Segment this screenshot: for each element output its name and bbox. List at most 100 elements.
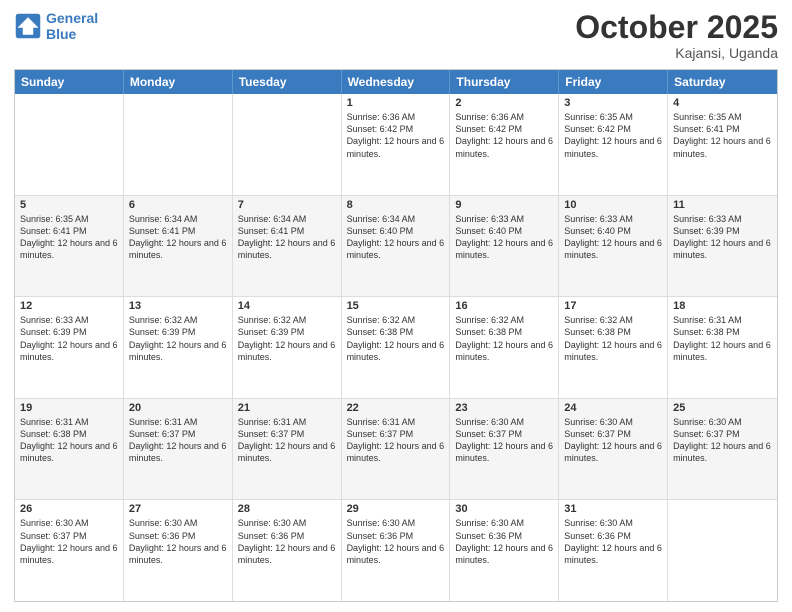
sunrise-22: Sunrise: 6:31 AM	[347, 417, 416, 427]
logo: General Blue	[14, 10, 98, 42]
sunset-29: Sunset: 6:36 PM	[347, 531, 414, 541]
sunrise-25: Sunrise: 6:30 AM	[673, 417, 742, 427]
day-cell-15: 15Sunrise: 6:32 AMSunset: 6:38 PMDayligh…	[342, 297, 451, 398]
sunrise-2: Sunrise: 6:36 AM	[455, 112, 524, 122]
day-info-14: Sunrise: 6:32 AMSunset: 6:39 PMDaylight:…	[238, 314, 336, 363]
sunrise-18: Sunrise: 6:31 AM	[673, 315, 742, 325]
day-cell-19: 19 Sunrise: 6:31 AMSunset: 6:38 PMDayligh…	[15, 399, 124, 500]
day-cell-3: 3Sunrise: 6:35 AMSunset: 6:42 PMDaylight…	[559, 94, 668, 195]
day-number-11: 11	[673, 199, 772, 211]
sunset-24: Sunset: 6:37 PM	[564, 429, 631, 439]
day-number-1: 1	[347, 97, 445, 109]
day-info-27: Sunrise: 6:30 AMSunset: 6:36 PMDaylight:…	[129, 517, 227, 566]
week-row-5: 26Sunrise: 6:30 AMSunset: 6:37 PMDayligh…	[15, 499, 777, 601]
day-number-7: 7	[238, 199, 336, 211]
header-monday: Monday	[124, 70, 233, 94]
sunrise-28: Sunrise: 6:30 AM	[238, 518, 307, 528]
daylight-28: Daylight: 12 hours and 6 minutes.	[238, 543, 336, 565]
sunset-31: Sunset: 6:36 PM	[564, 531, 631, 541]
day-number-13: 13	[129, 300, 227, 312]
sunset-4: Sunset: 6:41 PM	[673, 124, 740, 134]
day-cell-4: 4 Sunrise: 6:35 AM Sunset: 6:41 PM Daylight…	[668, 94, 777, 195]
sunset-17: Sunset: 6:38 PM	[564, 327, 631, 337]
day-number-23: 23	[455, 402, 553, 414]
calendar: Sunday Monday Tuesday Wednesday Thursday…	[14, 69, 778, 602]
daylight-26: Daylight: 12 hours and 6 minutes.	[20, 543, 118, 565]
day-info-29: Sunrise: 6:30 AM Sunset: 6:36 PM Daylight:…	[347, 517, 445, 566]
day-cell-1: 1 Sunrise: 6:36 AMSunset: 6:42 PMDaylight…	[342, 94, 451, 195]
day-cell-25: 25Sunrise: 6:30 AMSunset: 6:37 PMDayligh…	[668, 399, 777, 500]
day-info-13: Sunrise: 6:32 AMSunset: 6:39 PMDaylight:…	[129, 314, 227, 363]
daylight-16: Daylight: 12 hours and 6 minutes.	[455, 340, 553, 362]
day-info-12: Sunrise: 6:33 AMSunset: 6:39 PMDaylight:…	[20, 314, 118, 363]
day-number-25: 25	[673, 402, 772, 414]
sunrise-23: Sunrise: 6:30 AM	[455, 417, 524, 427]
daylight-14: Daylight: 12 hours and 6 minutes.	[238, 340, 336, 362]
sunrise-12: Sunrise: 6:33 AM	[20, 315, 89, 325]
sunrise-4: Sunrise: 6:35 AM	[673, 112, 742, 122]
day-info-1: Sunrise: 6:36 AMSunset: 6:42 PMDaylight:…	[347, 111, 445, 160]
day-cell-8: 8 Sunrise: 6:34 AMSunset: 6:40 PMDaylight…	[342, 196, 451, 297]
location: Kajansi, Uganda	[575, 45, 778, 61]
empty-cell	[15, 94, 124, 195]
page: General Blue October 2025 Kajansi, Ugand…	[0, 0, 792, 612]
day-info-24: Sunrise: 6:30 AMSunset: 6:37 PMDaylight:…	[564, 416, 662, 465]
header: General Blue October 2025 Kajansi, Ugand…	[14, 10, 778, 61]
daylight-24: Daylight: 12 hours and 6 minutes.	[564, 441, 662, 463]
day-cell-24: 24Sunrise: 6:30 AMSunset: 6:37 PMDayligh…	[559, 399, 668, 500]
sunset-18: Sunset: 6:38 PM	[673, 327, 740, 337]
sunrise-6: Sunrise: 6:34 AM	[129, 214, 198, 224]
daylight-9: Daylight: 12 hours and 6 minutes.	[455, 238, 553, 260]
day-number-5: 5	[20, 199, 118, 211]
daylight-27: Daylight: 12 hours and 6 minutes.	[129, 543, 227, 565]
day-cell-31: 31Sunrise: 6:30 AMSunset: 6:36 PMDayligh…	[559, 500, 668, 601]
day-cell-16: 16Sunrise: 6:32 AMSunset: 6:38 PMDayligh…	[450, 297, 559, 398]
sunset-28: Sunset: 6:36 PM	[238, 531, 305, 541]
day-number-4: 4	[673, 97, 772, 109]
sunrise-17: Sunrise: 6:32 AM	[564, 315, 633, 325]
sunrise-16: Sunrise: 6:32 AM	[455, 315, 524, 325]
daylight-11: Daylight: 12 hours and 6 minutes.	[673, 238, 771, 260]
day-info-6: Sunrise: 6:34 AM Sunset: 6:41 PM Daylight:…	[129, 213, 227, 262]
day-number-20: 20	[129, 402, 227, 414]
empty-cell	[668, 500, 777, 601]
sunrise-8: Sunrise: 6:34 AM	[347, 214, 416, 224]
sunrise-10: Sunrise: 6:33 AM	[564, 214, 633, 224]
day-info-22: Sunrise: 6:31 AMSunset: 6:37 PMDaylight:…	[347, 416, 445, 465]
header-saturday: Saturday	[668, 70, 777, 94]
day-cell-29: 29 Sunrise: 6:30 AM Sunset: 6:36 PM Dayligh…	[342, 500, 451, 601]
daylight-8: Daylight: 12 hours and 6 minutes.	[347, 238, 445, 260]
daylight-29: Daylight: 12 hours and 6 minutes.	[347, 543, 445, 565]
day-cell-10: 10Sunrise: 6:33 AMSunset: 6:40 PMDayligh…	[559, 196, 668, 297]
daylight-15: Daylight: 12 hours and 6 minutes.	[347, 340, 445, 362]
sunset-19: Sunset: 6:38 PM	[20, 429, 87, 439]
day-info-17: Sunrise: 6:32 AMSunset: 6:38 PMDaylight:…	[564, 314, 662, 363]
daylight-1: Daylight: 12 hours and 6 minutes.	[347, 136, 445, 158]
sunrise-29: Sunrise: 6:30 AM	[347, 518, 416, 528]
day-cell-27: 27Sunrise: 6:30 AMSunset: 6:36 PMDayligh…	[124, 500, 233, 601]
day-number-19: 19	[20, 402, 118, 414]
sunrise-26: Sunrise: 6:30 AM	[20, 518, 89, 528]
day-number-8: 8	[347, 199, 445, 211]
sunrise-20: Sunrise: 6:31 AM	[129, 417, 198, 427]
day-cell-22: 22Sunrise: 6:31 AMSunset: 6:37 PMDayligh…	[342, 399, 451, 500]
header-friday: Friday	[559, 70, 668, 94]
day-number-12: 12	[20, 300, 118, 312]
empty-cell	[124, 94, 233, 195]
calendar-body: 1 Sunrise: 6:36 AMSunset: 6:42 PMDaylight…	[15, 94, 777, 601]
daylight-4: Daylight: 12 hours and 6 minutes.	[673, 136, 771, 158]
day-cell-6: 6Sunrise: 6:34 AMSunset: 6:41 PMDaylight…	[124, 196, 233, 297]
day-cell-28: 28Sunrise: 6:30 AMSunset: 6:36 PMDayligh…	[233, 500, 342, 601]
daylight-22: Daylight: 12 hours and 6 minutes.	[347, 441, 445, 463]
day-info-8: Sunrise: 6:34 AMSunset: 6:40 PMDaylight:…	[347, 213, 445, 262]
day-cell-12: 12 Sunrise: 6:33 AMSunset: 6:39 PMDayligh…	[15, 297, 124, 398]
daylight-20: Daylight: 12 hours and 6 minutes.	[129, 441, 227, 463]
day-cell-11: 11Sunrise: 6:33 AMSunset: 6:39 PMDayligh…	[668, 196, 777, 297]
daylight-6: Daylight: 12 hours and 6 minutes.	[129, 238, 227, 260]
day-number-29: 29	[347, 503, 445, 515]
month-title: October 2025	[575, 10, 778, 45]
day-number-15: 15	[347, 300, 445, 312]
day-info-19: Sunrise: 6:31 AMSunset: 6:38 PMDaylight:…	[20, 416, 118, 465]
sunrise-11: Sunrise: 6:33 AM	[673, 214, 742, 224]
sunset-6: Sunset: 6:41 PM	[129, 226, 196, 236]
